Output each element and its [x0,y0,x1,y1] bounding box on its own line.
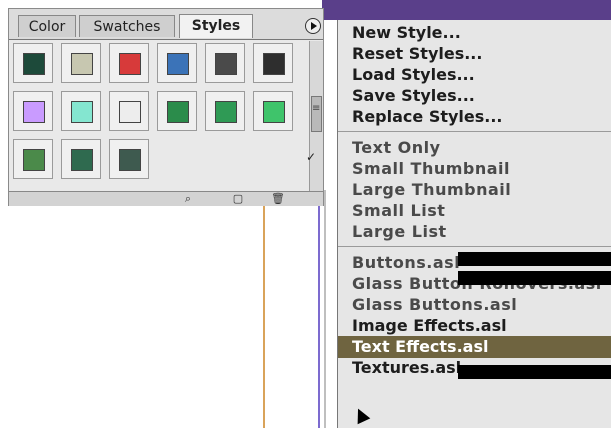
style-swatch[interactable] [13,43,53,83]
menu-separator [338,131,611,132]
black-bar [458,365,611,379]
tab-bar: Color Swatches Styles [9,9,323,40]
style-preview [71,101,93,123]
style-swatch[interactable] [13,139,53,179]
trash-icon[interactable]: 🗑 [271,192,285,205]
menu-separator [338,246,611,247]
palette-footer: ⌕ ▢ 🗑 [9,191,323,206]
black-bar [458,252,611,266]
style-swatch[interactable] [253,91,293,131]
styles-palette: Color Swatches Styles ⌕ ▢ 🗑 [8,8,324,206]
search-icon[interactable]: ⌕ [181,192,195,205]
style-preview [71,53,93,75]
menu-item[interactable]: New Style... [352,22,461,44]
style-preview [263,101,285,123]
background-line [318,190,320,428]
style-swatch[interactable] [61,139,101,179]
menu-item[interactable]: Text Only [352,137,441,159]
menu-item[interactable]: Glass Buttons.asl [352,294,517,316]
styles-flyout-menu: New Style... Reset Styles... Load Styles..… [337,20,611,428]
check-icon: ✓ [306,150,317,164]
menu-item[interactable]: Reset Styles... [352,43,482,65]
style-swatch[interactable] [253,43,293,83]
scroll-thumb[interactable] [311,96,322,132]
style-preview [263,53,285,75]
style-swatch[interactable] [157,91,197,131]
style-preview [71,149,93,171]
style-swatch[interactable] [109,43,149,83]
scrollbar[interactable] [309,41,323,191]
style-preview [23,101,45,123]
menu-item[interactable]: Small List [352,200,445,222]
menu-item[interactable]: Large Thumbnail [352,179,511,201]
style-swatch[interactable] [61,91,101,131]
style-preview [167,53,189,75]
tab-styles[interactable]: Styles [179,14,253,38]
panel-menu-button[interactable] [305,18,321,34]
menu-item[interactable]: Image Effects.asl [352,315,507,337]
background-purple [322,0,611,20]
menu-item[interactable]: Small Thumbnail [352,158,510,180]
style-swatch[interactable] [205,43,245,83]
style-swatch[interactable] [61,43,101,83]
tab-swatches[interactable]: Swatches [79,15,175,37]
menu-item[interactable]: Load Styles... [352,64,475,86]
menu-item[interactable]: Buttons.asl [352,252,460,274]
menu-item[interactable]: Replace Styles... [352,106,503,128]
style-preview [119,149,141,171]
menu-item[interactable]: Text Effects.asl [338,336,611,358]
style-preview [119,53,141,75]
background-line [263,190,265,428]
black-bar [458,271,611,285]
style-preview [167,101,189,123]
style-swatch[interactable] [157,43,197,83]
style-preview [23,53,45,75]
menu-item[interactable]: Textures.asl [352,357,461,379]
menu-item[interactable]: Save Styles... [352,85,475,107]
style-preview [215,101,237,123]
new-item-icon[interactable]: ▢ [231,192,245,205]
menu-item[interactable]: Large List [352,221,447,243]
style-preview [23,149,45,171]
style-swatch[interactable] [13,91,53,131]
style-swatch[interactable] [109,139,149,179]
style-swatch[interactable] [205,91,245,131]
background-line [324,190,326,428]
style-swatch[interactable] [109,91,149,131]
style-preview [215,53,237,75]
tab-color[interactable]: Color [18,15,76,37]
style-preview [119,101,141,123]
